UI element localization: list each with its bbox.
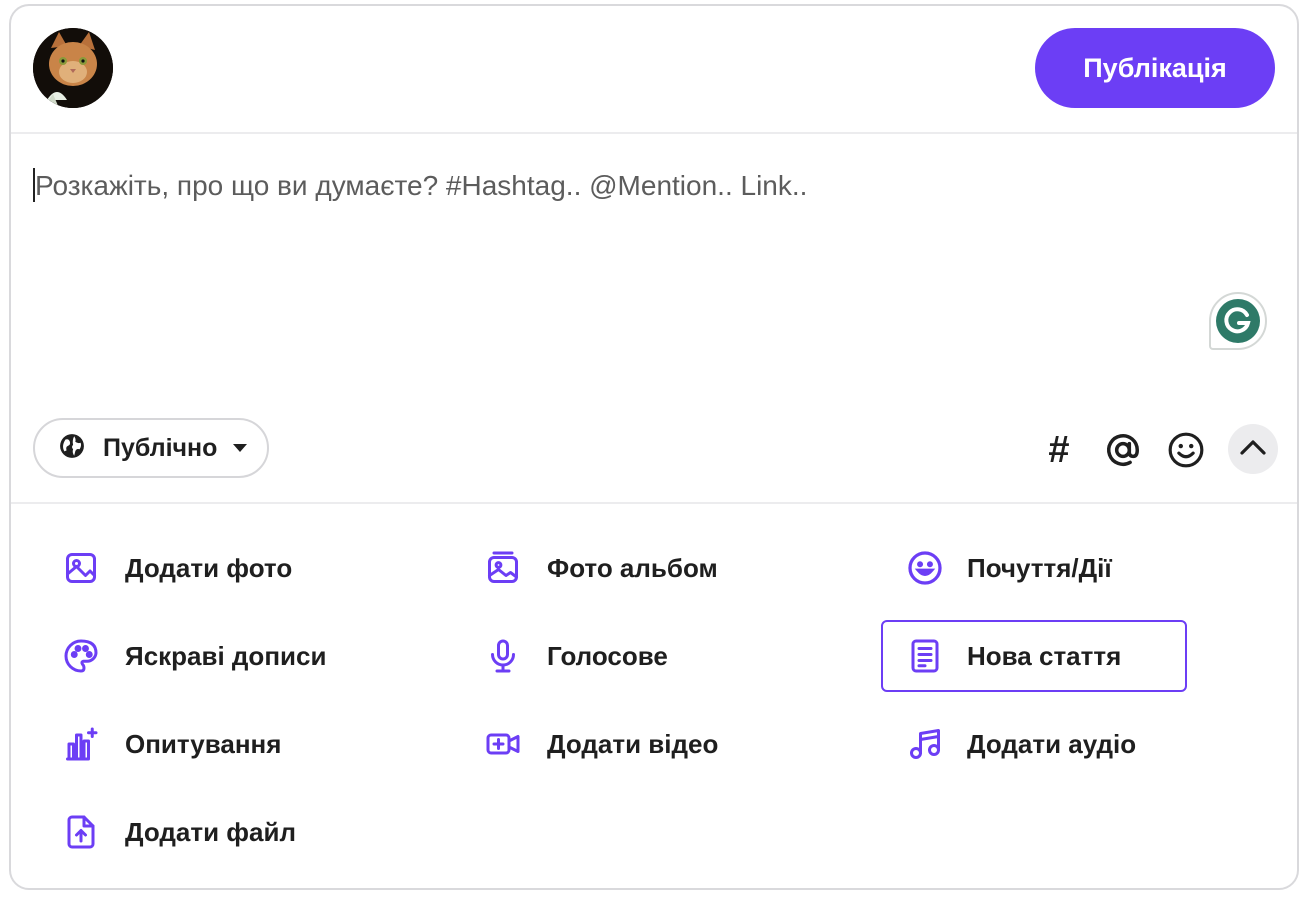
post-composer-card: Публікація Публічно # <box>9 4 1299 890</box>
publish-button[interactable]: Публікація <box>1035 28 1275 108</box>
text-caret <box>33 168 35 202</box>
option-label: Голосове <box>547 640 668 671</box>
video-add-icon <box>485 726 521 762</box>
option-label: Фото альбом <box>547 552 718 583</box>
smile-icon <box>907 550 943 586</box>
option-label: Додати аудіо <box>967 728 1137 759</box>
add-file-option[interactable]: Додати файл <box>13 796 319 868</box>
avatar[interactable] <box>33 28 113 108</box>
palette-icon <box>63 638 99 674</box>
colorful-posts-option[interactable]: Яскраві дописи <box>13 620 326 692</box>
microphone-icon <box>485 638 521 674</box>
caret-down-icon <box>233 439 248 457</box>
collapse-button[interactable] <box>1228 424 1278 474</box>
add-video-option[interactable]: Додати відео <box>435 708 741 780</box>
grammarly-button[interactable] <box>1209 292 1267 350</box>
add-audio-option[interactable]: Додати аудіо <box>881 708 1187 780</box>
chevron-up-icon <box>1239 438 1267 461</box>
option-label: Нова стаття <box>967 640 1122 671</box>
image-icon <box>63 550 99 586</box>
option-label: Додати файл <box>125 816 296 847</box>
mention-icon[interactable] <box>1099 426 1147 474</box>
option-label: Почуття/Дії <box>967 552 1112 583</box>
photo-album-option[interactable]: Фото альбом <box>435 532 741 604</box>
grammarly-icon <box>1216 299 1260 343</box>
hashtag-icon[interactable]: # <box>1035 426 1083 474</box>
new-article-option[interactable]: Нова стаття <box>881 620 1187 692</box>
music-note-icon <box>907 726 943 762</box>
header-divider <box>11 132 1297 134</box>
photo-album-icon <box>485 550 521 586</box>
feelings-option[interactable]: Почуття/Дії <box>881 532 1187 604</box>
emoji-icon[interactable] <box>1162 426 1210 474</box>
poll-option[interactable]: Опитування <box>13 708 319 780</box>
poll-icon <box>63 726 99 762</box>
article-icon <box>907 638 943 674</box>
voice-option[interactable]: Голосове <box>435 620 741 692</box>
option-label: Яскраві дописи <box>125 640 327 671</box>
privacy-selector[interactable]: Публічно <box>33 418 269 478</box>
privacy-label: Публічно <box>103 433 218 462</box>
globe-icon <box>59 433 85 464</box>
file-upload-icon <box>63 814 99 850</box>
option-label: Опитування <box>125 728 282 759</box>
post-text-input[interactable] <box>33 156 1235 216</box>
option-label: Додати фото <box>125 552 293 583</box>
options-divider <box>11 502 1297 504</box>
option-label: Додати відео <box>547 728 719 759</box>
add-photo-option[interactable]: Додати фото <box>13 532 319 604</box>
